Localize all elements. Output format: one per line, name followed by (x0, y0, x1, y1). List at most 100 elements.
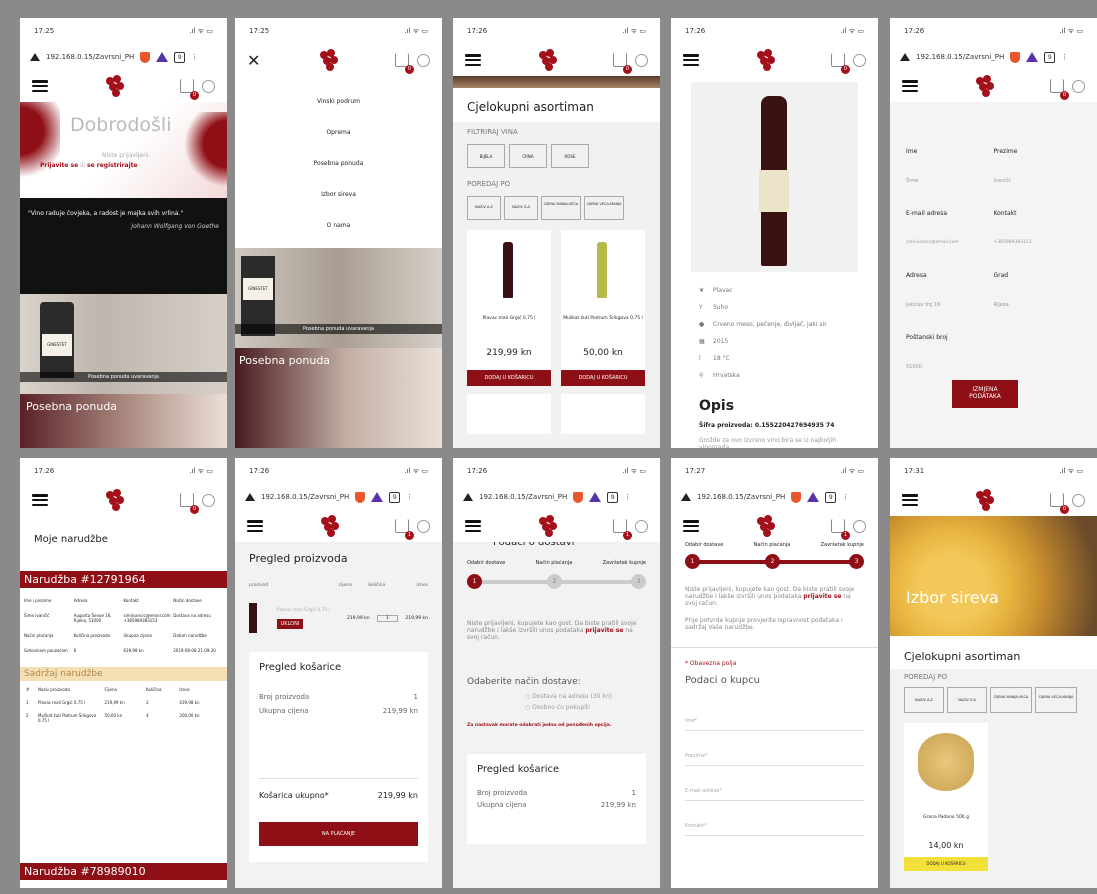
more-icon[interactable]: ⋮ (624, 493, 631, 501)
url-text[interactable]: 192.168.0.15/Zavrsni_PH (916, 53, 1004, 61)
user-icon[interactable] (202, 493, 215, 507)
sort-price-asc[interactable]: CIJENA MANJA-VEĆA (541, 196, 581, 220)
add-to-cart-button[interactable]: DODAJ U KOŠARICU (904, 857, 988, 871)
order-header[interactable]: Narudžba #12791964 (20, 571, 227, 588)
email-field[interactable]: E-mail adresa* (685, 766, 864, 801)
tabs-button[interactable]: 9 (1044, 51, 1056, 63)
rewards-icon[interactable] (1026, 52, 1039, 62)
cart-icon[interactable]: 0 (395, 53, 414, 74)
sort-price-asc[interactable]: CIJENA MANJA-VEĆA (990, 687, 1032, 713)
user-icon[interactable] (635, 53, 648, 67)
step-1[interactable]: 1 (467, 574, 482, 589)
first-name-field[interactable]: Ime* (685, 696, 864, 731)
sort-az[interactable]: NAZIV A-Z (467, 196, 501, 220)
logo-grape-icon[interactable] (754, 513, 776, 539)
register-link[interactable]: se registrirajte (87, 162, 138, 169)
more-icon[interactable]: ⋮ (406, 493, 413, 501)
checkout-button[interactable]: NA PLAĆANJE (259, 822, 418, 846)
close-icon[interactable]: ✕ (247, 51, 260, 70)
more-icon[interactable]: ⋮ (191, 53, 198, 61)
sort-az[interactable]: NAZIV A-Z (904, 687, 944, 713)
step-2[interactable]: 2 (547, 574, 562, 589)
logo-grape-icon[interactable] (103, 487, 125, 513)
user-icon[interactable] (1072, 79, 1085, 93)
step-1[interactable]: 1 (685, 554, 700, 569)
brave-icon[interactable] (1010, 51, 1021, 63)
menu-icon[interactable] (902, 80, 918, 92)
rewards-icon[interactable] (156, 52, 169, 62)
logo-grape-icon[interactable] (973, 73, 995, 99)
tabs-button[interactable]: 9 (825, 491, 837, 503)
step-3[interactable]: 3 (631, 574, 646, 589)
cart-icon[interactable]: 0 (1050, 493, 1069, 514)
url-text[interactable]: 192.168.0.15/Zavrsni_PH (479, 493, 567, 501)
rewards-icon[interactable] (589, 492, 602, 502)
delivery-option-pickup[interactable]: ○ Osobno ću pokupiti (525, 704, 660, 711)
tabs-button[interactable]: 9 (607, 491, 619, 503)
logo-grape-icon[interactable] (318, 513, 340, 539)
contact-field[interactable]: Kontakt* (685, 801, 864, 836)
cart-icon[interactable]: 0 (1050, 79, 1069, 100)
last-name-field[interactable]: Prezime* (685, 731, 864, 766)
cart-icon[interactable]: 0 (180, 493, 199, 514)
add-to-cart-button[interactable]: DODAJ U KOŠARICU (561, 370, 645, 386)
more-icon[interactable]: ⋮ (1061, 53, 1068, 61)
sort-za[interactable]: NAZIV Z-A (947, 687, 987, 713)
filter-bijela[interactable]: BIJELA (467, 144, 505, 168)
user-icon[interactable] (417, 53, 430, 67)
logo-grape-icon[interactable] (973, 487, 995, 513)
menu-icon[interactable] (465, 54, 481, 66)
menu-item-vinski-podrum[interactable]: Vinski podrum (235, 86, 442, 117)
product-card[interactable]: Muškat žuti Podrum Šrikgova 0,75 l 50,00… (561, 230, 645, 386)
sort-za[interactable]: NAZIV Z-A (504, 196, 538, 220)
menu-item-o-nama[interactable]: O nama (235, 210, 442, 241)
menu-item-oprema[interactable]: Oprema (235, 117, 442, 148)
rewards-icon[interactable] (807, 492, 820, 502)
menu-icon[interactable] (683, 54, 699, 66)
logo-grape-icon[interactable] (536, 513, 558, 539)
product-card[interactable]: Grana Padano 500 g 14,00 kn DODAJ U KOŠA… (904, 723, 988, 871)
logo-grape-icon[interactable] (317, 47, 339, 73)
url-text[interactable]: 192.168.0.15/Zavrsni_PH (46, 53, 134, 61)
user-icon[interactable] (635, 519, 648, 533)
cart-icon[interactable]: 0 (831, 53, 850, 74)
user-icon[interactable] (853, 53, 866, 67)
logo-grape-icon[interactable] (536, 47, 558, 73)
quantity-select[interactable]: 1 (377, 614, 398, 622)
login-link[interactable]: prijavite se (585, 627, 623, 634)
step-2[interactable]: 2 (765, 554, 780, 569)
cart-icon[interactable]: 1 (613, 519, 632, 540)
filter-crna[interactable]: CRNA (509, 144, 547, 168)
logo-grape-icon[interactable] (103, 73, 125, 99)
cart-icon[interactable]: 1 (831, 519, 850, 540)
product-card[interactable]: Plavac mali Grgić 0,75 l 219,99 kn DODAJ… (467, 230, 551, 386)
user-icon[interactable] (417, 519, 430, 533)
menu-item-izbor-sireva[interactable]: Izbor sireva (235, 179, 442, 210)
delivery-option-address[interactable]: ○ Dostava na adresu (30 kn) (525, 693, 660, 700)
special-offer-banner[interactable]: Posebna ponuda (20, 394, 227, 448)
user-icon[interactable] (202, 79, 215, 93)
filter-rose[interactable]: ROSE (551, 144, 589, 168)
step-3[interactable]: 3 (849, 554, 864, 569)
cart-icon[interactable]: 0 (180, 79, 199, 100)
login-link[interactable]: Prijavite se (40, 162, 78, 169)
menu-icon[interactable] (32, 494, 48, 506)
sort-price-desc[interactable]: CIJENA VEĆA-MANJA (1035, 687, 1077, 713)
edit-profile-button[interactable]: IZMJENA PODATAKA (952, 380, 1018, 408)
menu-icon[interactable] (683, 520, 699, 532)
brave-icon[interactable] (573, 491, 584, 503)
brave-icon[interactable] (140, 51, 151, 63)
menu-item-posebna-ponuda[interactable]: Posebna ponuda (235, 148, 442, 179)
special-offer-banner[interactable]: Posebna ponuda (235, 348, 442, 448)
tabs-button[interactable]: 9 (174, 51, 186, 63)
more-icon[interactable]: ⋮ (842, 493, 849, 501)
cart-icon[interactable]: 0 (613, 53, 632, 74)
menu-icon[interactable] (465, 520, 481, 532)
user-icon[interactable] (1072, 493, 1085, 507)
add-to-cart-button[interactable]: DODAJ U KOŠARICU (467, 370, 551, 386)
menu-icon[interactable] (247, 520, 263, 532)
brave-icon[interactable] (355, 491, 366, 503)
sort-price-desc[interactable]: CIJENA VEĆA-MANJA (584, 196, 624, 220)
url-text[interactable]: 192.168.0.15/Zavrsni_PH (697, 493, 785, 501)
url-text[interactable]: 192.168.0.15/Zavrsni_PH (261, 493, 349, 501)
